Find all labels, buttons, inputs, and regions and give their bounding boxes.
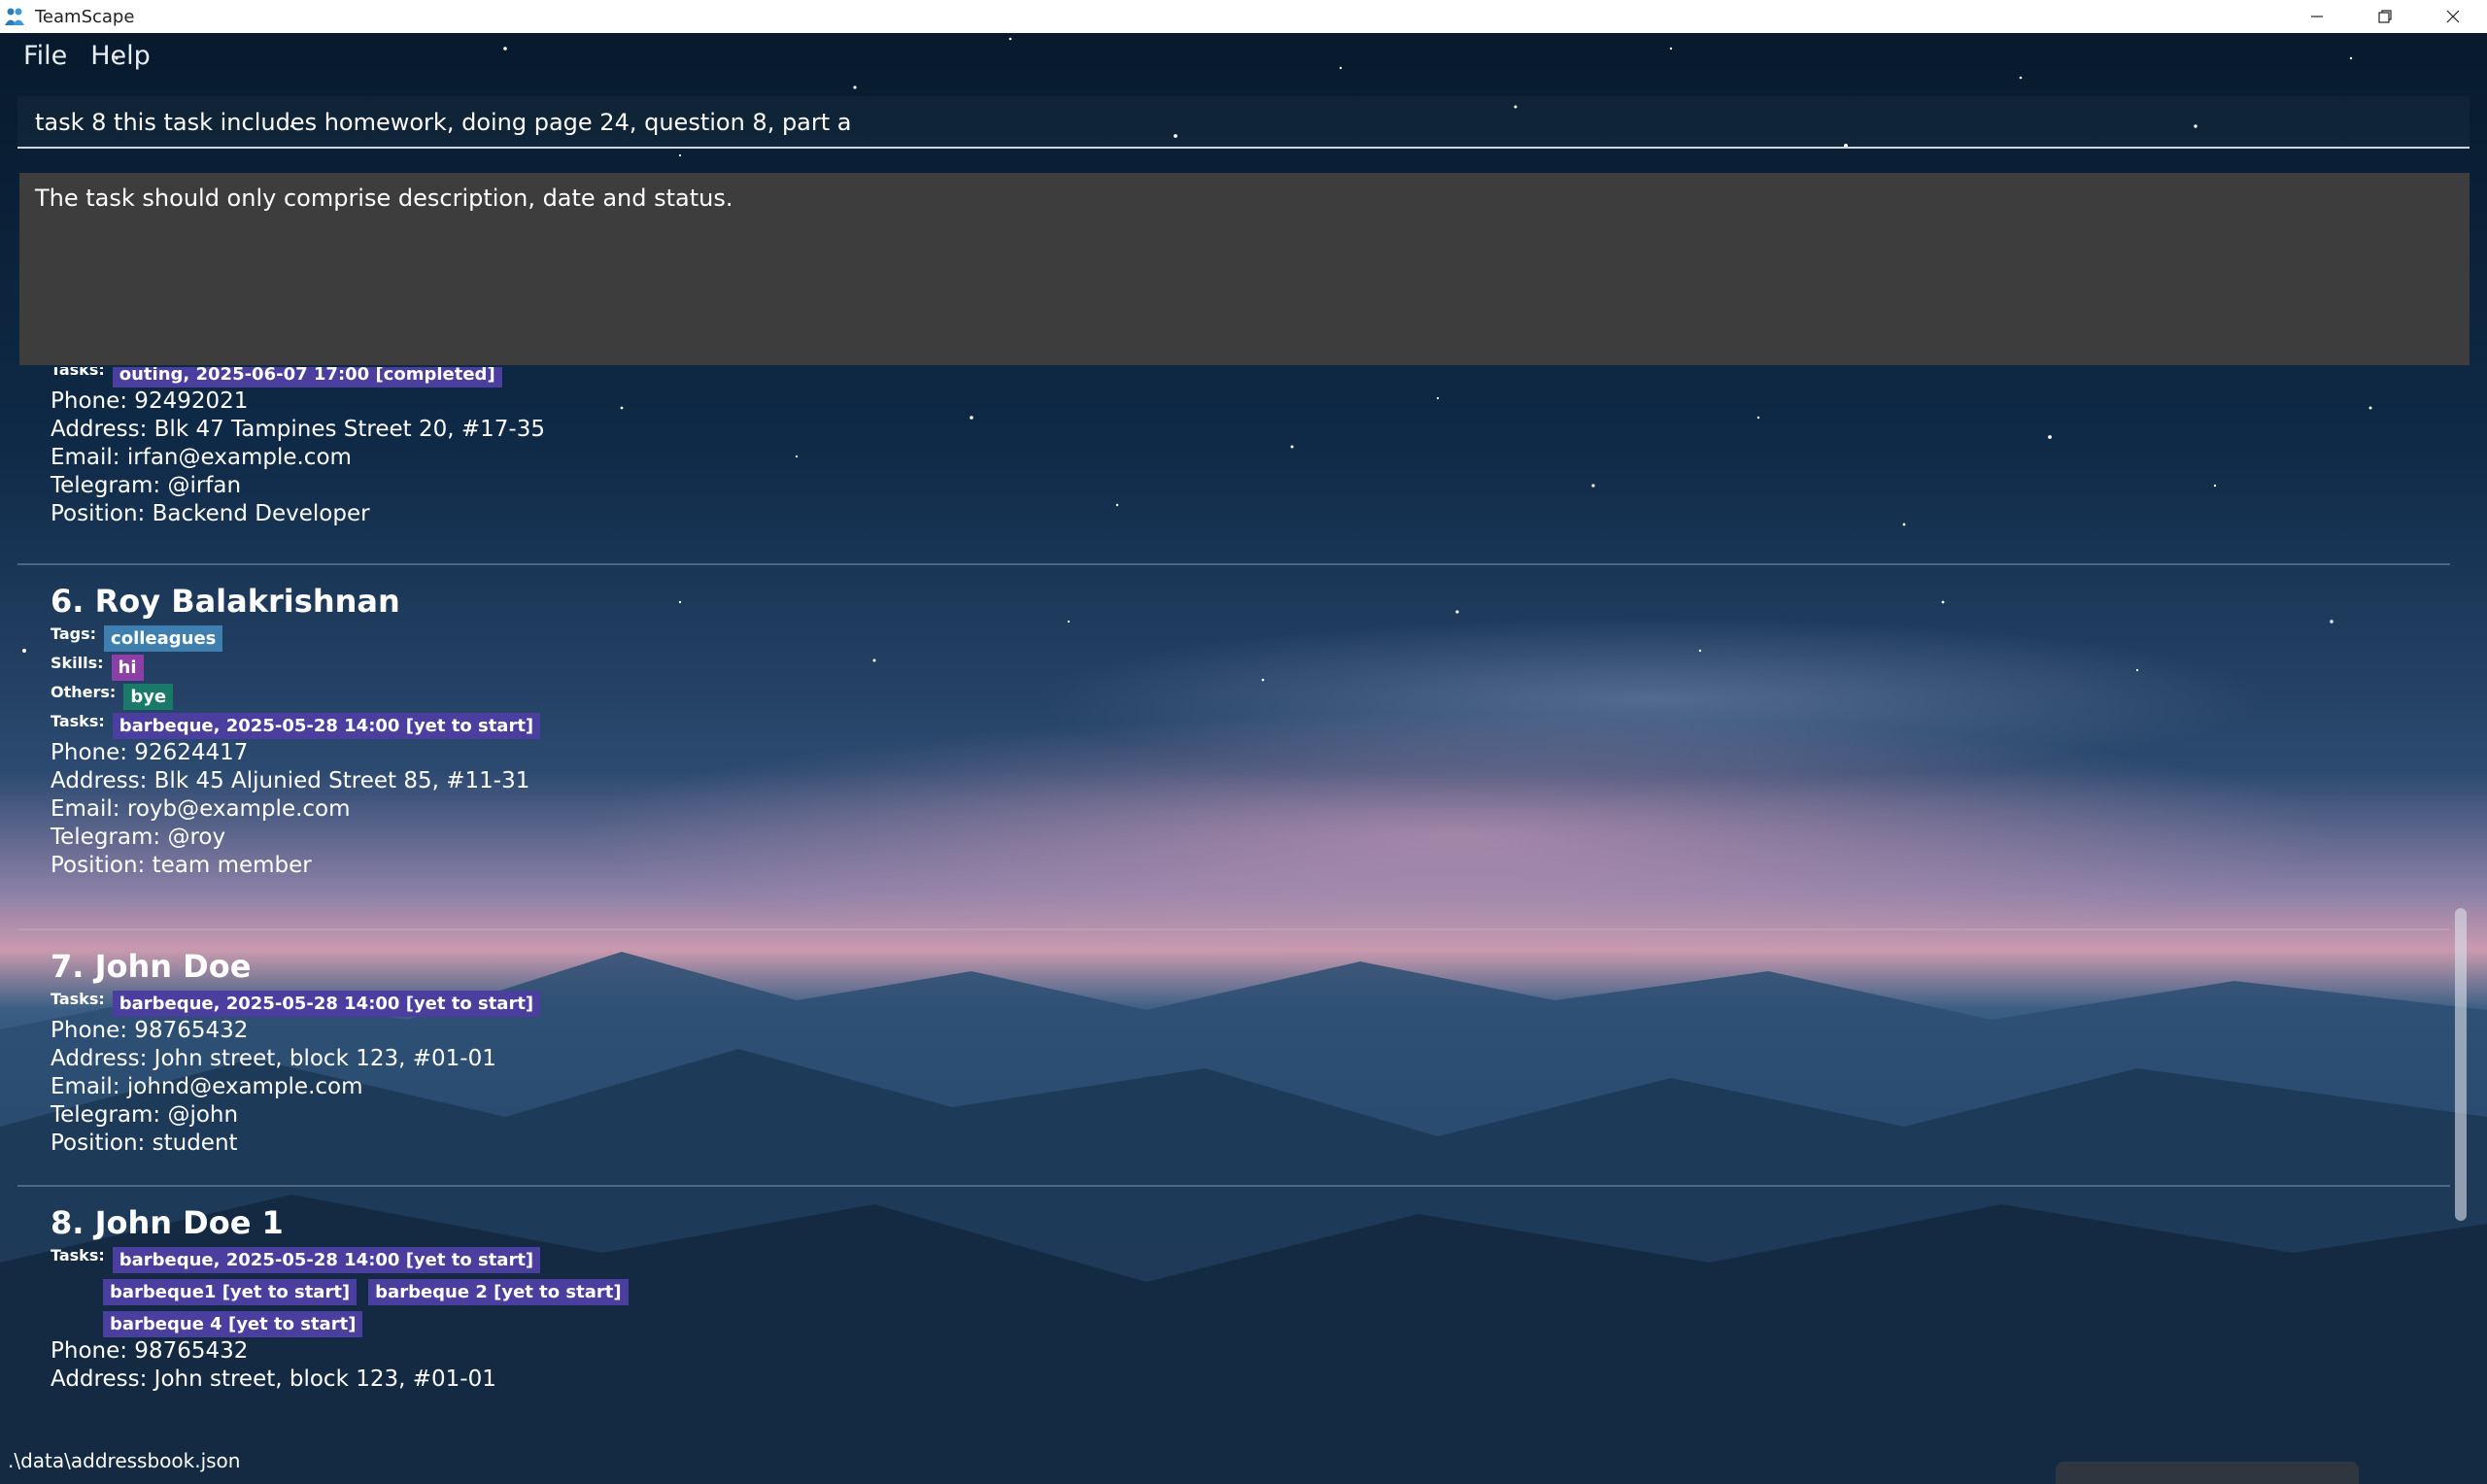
list-scrollbar[interactable] bbox=[2455, 908, 2467, 1221]
task-chip: barbeque, 2025-05-28 14:00 [yet to start… bbox=[112, 713, 541, 739]
window-title-bar: TeamScape bbox=[0, 0, 2487, 33]
person-name: 6. Roy Balakrishnan bbox=[51, 583, 400, 620]
phone: Phone: 92624417 bbox=[51, 740, 249, 765]
address: Address: Blk 45 Aljunied Street 85, #11-… bbox=[51, 768, 530, 793]
close-icon bbox=[2446, 10, 2460, 23]
address: Address: Blk 47 Tampines Street 20, #17-… bbox=[51, 417, 545, 442]
person-name: 7. John Doe bbox=[51, 948, 252, 985]
close-button[interactable] bbox=[2419, 0, 2487, 33]
result-display[interactable]: The task should only comprise descriptio… bbox=[19, 173, 2470, 365]
others-label: Others: bbox=[51, 683, 117, 701]
phone: Phone: 98765432 bbox=[51, 1338, 249, 1364]
person-card[interactable]: 8. John Doe 1 Tasks: barbeque, 2025-05-2… bbox=[17, 1185, 2450, 1420]
person-name: 8. John Doe 1 bbox=[51, 1204, 284, 1241]
minimize-button[interactable] bbox=[2283, 0, 2351, 33]
tasks-row: Tasks: barbeque, 2025-05-28 14:00 [yet t… bbox=[51, 1246, 2450, 1273]
skill-chip: hi bbox=[111, 655, 144, 681]
tasks-row: Tasks: barbeque, 2025-05-28 14:00 [yet t… bbox=[51, 990, 2450, 1017]
person-list[interactable]: Tasks: outing, 2025-06-07 17:00 [complet… bbox=[17, 367, 2450, 1420]
command-input[interactable]: task 8 this task includes homework, doin… bbox=[17, 96, 2470, 149]
status-panel bbox=[2056, 1462, 2359, 1484]
menu-help[interactable]: Help bbox=[79, 37, 162, 80]
tasks-row: Tasks: outing, 2025-06-07 17:00 [complet… bbox=[51, 367, 2450, 388]
address: Address: John street, block 123, #01-01 bbox=[51, 1366, 496, 1392]
restore-icon bbox=[2378, 10, 2392, 23]
tasks-label: Tasks: bbox=[51, 712, 105, 730]
email: Email: royb@example.com bbox=[51, 796, 351, 822]
tasks-label: Tasks: bbox=[51, 1246, 105, 1265]
restore-button[interactable] bbox=[2351, 0, 2419, 33]
task-chip: barbeque1 [yet to start] bbox=[103, 1279, 358, 1305]
tasks-row-continued: barbeque 4 [yet to start] bbox=[103, 1311, 2450, 1337]
status-file-path: .\data\addressbook.json bbox=[8, 1449, 241, 1472]
other-chip: bye bbox=[123, 684, 174, 710]
address: Address: John street, block 123, #01-01 bbox=[51, 1046, 496, 1071]
tasks-label: Tasks: bbox=[51, 367, 105, 379]
tasks-row-continued: barbeque1 [yet to start] barbeque 2 [yet… bbox=[103, 1279, 2450, 1305]
phone: Phone: 98765432 bbox=[51, 1018, 249, 1043]
app-logo-icon bbox=[5, 8, 24, 25]
skills-label: Skills: bbox=[51, 654, 104, 672]
task-chip: barbeque 2 [yet to start] bbox=[368, 1279, 629, 1305]
person-card[interactable]: 6. Roy Balakrishnan Tags: colleagues Ski… bbox=[17, 573, 2450, 930]
menu-bar: File Help bbox=[12, 37, 162, 80]
tasks-label: Tasks: bbox=[51, 990, 105, 1008]
position: Position: Backend Developer bbox=[51, 501, 370, 526]
task-chip: barbeque, 2025-05-28 14:00 [yet to start… bbox=[112, 1247, 541, 1273]
person-card[interactable]: 7. John Doe Tasks: barbeque, 2025-05-28 … bbox=[17, 928, 2450, 1187]
others-row: Others: bye bbox=[51, 683, 2450, 710]
tag-chip: colleagues bbox=[104, 625, 223, 652]
telegram: Telegram: @roy bbox=[51, 825, 226, 850]
phone: Phone: 92492021 bbox=[51, 388, 249, 414]
tags-label: Tags: bbox=[51, 624, 97, 643]
menu-file[interactable]: File bbox=[12, 37, 79, 80]
task-chip: outing, 2025-06-07 17:00 [completed] bbox=[112, 367, 502, 388]
window-title: TeamScape bbox=[35, 6, 135, 27]
email: Email: johnd@example.com bbox=[51, 1074, 363, 1099]
position: Position: team member bbox=[51, 853, 312, 878]
tags-row: Tags: colleagues bbox=[51, 624, 2450, 652]
person-card[interactable]: Tasks: outing, 2025-06-07 17:00 [complet… bbox=[17, 367, 2450, 565]
position: Position: student bbox=[51, 1130, 238, 1156]
task-chip: barbeque, 2025-05-28 14:00 [yet to start… bbox=[112, 991, 541, 1017]
telegram: Telegram: @irfan bbox=[51, 473, 242, 498]
skills-row: Skills: hi bbox=[51, 654, 2450, 681]
result-message: The task should only comprise descriptio… bbox=[35, 185, 733, 212]
tasks-row: Tasks: barbeque, 2025-05-28 14:00 [yet t… bbox=[51, 712, 2450, 739]
minimize-icon bbox=[2311, 16, 2323, 17]
task-chip: barbeque 4 [yet to start] bbox=[103, 1311, 363, 1337]
telegram: Telegram: @john bbox=[51, 1102, 239, 1128]
email: Email: irfan@example.com bbox=[51, 445, 352, 470]
